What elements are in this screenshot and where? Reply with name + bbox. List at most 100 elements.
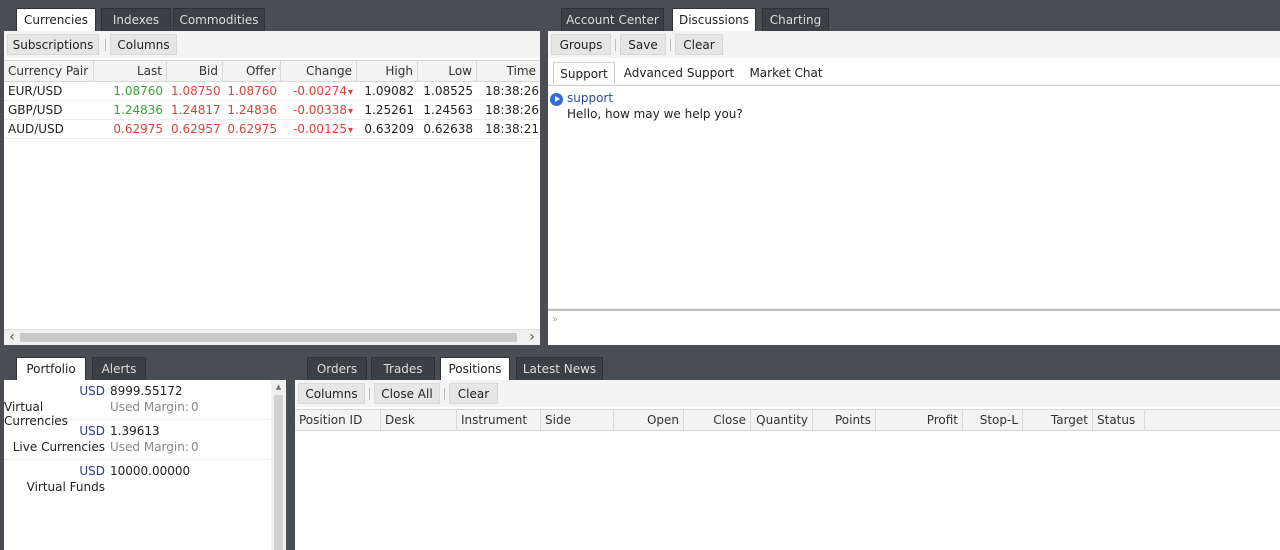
col-low[interactable]: Low xyxy=(418,61,477,81)
positions-toolbar: Columns Close All Clear xyxy=(295,380,1280,407)
toolbar-separator xyxy=(615,39,616,51)
clear-button[interactable]: Clear xyxy=(449,383,498,404)
table-row[interactable]: EUR/USD 1.08760 1.08750 1.08760 -0.00274… xyxy=(4,82,540,101)
tab-indexes[interactable]: Indexes xyxy=(101,8,171,31)
cell-last: 1.24836 xyxy=(113,103,163,117)
portfolio-item[interactable]: USD 10000.00000 Virtual Funds xyxy=(4,460,270,500)
col-currency-pair[interactable]: Currency Pair xyxy=(4,61,94,81)
col-instrument[interactable]: Instrument xyxy=(457,410,541,430)
portfolio-item[interactable]: USD 8999.55172 Virtual Currencies Used M… xyxy=(4,380,270,428)
discussions-panel: Account Center Discussions Charting Grou… xyxy=(548,8,1280,345)
positions-panel: Orders Trades Positions Latest News Colu… xyxy=(295,357,1280,550)
portfolio-tabbar: Portfolio Alerts xyxy=(4,357,286,381)
cell-offer: 0.62975 xyxy=(227,122,277,136)
columns-button[interactable]: Columns xyxy=(110,34,177,55)
columns-button[interactable]: Columns xyxy=(298,383,365,404)
scroll-left-icon[interactable]: ‹ xyxy=(4,330,20,345)
col-points[interactable]: Points xyxy=(813,410,876,430)
col-position-id[interactable]: Position ID xyxy=(295,410,381,430)
col-change[interactable]: Change xyxy=(281,61,357,81)
col-last[interactable]: Last xyxy=(94,61,167,81)
col-stop-loss[interactable]: Stop-L xyxy=(963,410,1023,430)
col-open[interactable]: Open xyxy=(614,410,684,430)
table-row[interactable]: GBP/USD 1.24836 1.24817 1.24836 -0.00338… xyxy=(4,101,540,120)
tab-latest-news[interactable]: Latest News xyxy=(516,357,603,380)
cell-offer: 1.08760 xyxy=(227,84,277,98)
tab-charting[interactable]: Charting xyxy=(762,8,829,31)
cell-bid: 0.62957 xyxy=(171,122,221,136)
col-target[interactable]: Target xyxy=(1023,410,1093,430)
tab-alerts[interactable]: Alerts xyxy=(92,357,146,380)
chat-input[interactable]: » xyxy=(548,309,1280,345)
col-bid[interactable]: Bid xyxy=(167,61,223,81)
scrollbar-thumb[interactable] xyxy=(20,333,517,342)
cell-offer: 1.24836 xyxy=(227,103,277,117)
cell-last: 0.62975 xyxy=(113,122,163,136)
toolbar-separator xyxy=(105,39,106,51)
col-close[interactable]: Close xyxy=(684,410,751,430)
col-desk[interactable]: Desk xyxy=(381,410,457,430)
down-arrow-icon: ▾ xyxy=(347,125,353,136)
change-value: -0.00338 xyxy=(293,103,347,117)
discussions-content: Groups Save Clear Support Advanced Suppo… xyxy=(548,31,1280,345)
cell-change: -0.00274▾ xyxy=(281,82,357,100)
positions-table-header: Position ID Desk Instrument Side Open Cl… xyxy=(295,409,1280,431)
tab-discussions[interactable]: Discussions xyxy=(672,8,756,32)
vertical-scrollbar[interactable]: ▴ xyxy=(271,380,286,550)
subtab-advanced-support[interactable]: Advanced Support xyxy=(621,62,737,84)
tab-currencies[interactable]: Currencies xyxy=(16,8,96,32)
tab-orders[interactable]: Orders xyxy=(307,357,367,380)
col-quantity[interactable]: Quantity xyxy=(751,410,813,430)
table-row[interactable]: AUD/USD 0.62975 0.62957 0.62975 -0.00125… xyxy=(4,120,540,139)
portfolio-currency: USD xyxy=(79,384,105,398)
save-button[interactable]: Save xyxy=(620,34,666,55)
currencies-content: Subscriptions Columns Currency Pair Last… xyxy=(4,31,540,345)
subscriptions-button[interactable]: Subscriptions xyxy=(7,34,99,55)
cell-last: 1.08760 xyxy=(113,84,163,98)
cell-high: 0.63209 xyxy=(364,122,414,136)
tab-commodities[interactable]: Commodities xyxy=(173,8,265,31)
tab-positions[interactable]: Positions xyxy=(440,357,510,381)
portfolio-margin-value: 0 xyxy=(191,400,199,414)
cell-change: -0.00125▾ xyxy=(281,120,357,138)
horizontal-scrollbar[interactable]: ‹ › xyxy=(4,329,540,345)
close-all-button[interactable]: Close All xyxy=(374,383,440,404)
currencies-tabbar: Currencies Indexes Commodities xyxy=(4,8,540,32)
change-value: -0.00274 xyxy=(293,84,347,98)
toolbar-separator xyxy=(369,388,370,400)
portfolio-value: 8999.55172 xyxy=(110,384,183,398)
col-time[interactable]: Time xyxy=(477,61,540,81)
change-value: -0.00125 xyxy=(293,122,347,136)
scroll-right-icon[interactable]: › xyxy=(524,330,540,345)
tab-account-center[interactable]: Account Center xyxy=(561,8,664,31)
portfolio-margin-value: 0 xyxy=(191,440,199,454)
chat-messages: support Hello, how may we help you? xyxy=(548,85,1280,308)
tab-portfolio[interactable]: Portfolio xyxy=(16,357,86,381)
col-profit[interactable]: Profit xyxy=(876,410,963,430)
chat-message: Hello, how may we help you? xyxy=(567,107,743,121)
down-arrow-icon: ▾ xyxy=(347,106,353,117)
col-high[interactable]: High xyxy=(357,61,418,81)
subtab-market-chat[interactable]: Market Chat xyxy=(746,62,826,84)
portfolio-currency: USD xyxy=(79,424,105,438)
portfolio-panel: Portfolio Alerts USD 8999.55172 Virtual … xyxy=(4,357,286,550)
currencies-table-header: Currency Pair Last Bid Offer Change High… xyxy=(4,60,540,82)
subtab-support[interactable]: Support xyxy=(553,62,615,84)
col-offer[interactable]: Offer xyxy=(223,61,281,81)
groups-button[interactable]: Groups xyxy=(551,34,611,55)
cell-change: -0.00338▾ xyxy=(281,101,357,119)
cell-low: 1.24563 xyxy=(423,103,473,117)
col-side[interactable]: Side xyxy=(541,410,614,430)
cell-bid: 1.24817 xyxy=(171,103,221,117)
cell-time: 18:38:26 xyxy=(485,103,539,117)
cell-low: 1.08525 xyxy=(423,84,473,98)
tab-trades[interactable]: Trades xyxy=(371,357,435,380)
currencies-panel: Currencies Indexes Commodities Subscript… xyxy=(4,8,540,345)
scrollbar-thumb[interactable] xyxy=(274,395,283,550)
portfolio-item[interactable]: USD 1.39613 Live Currencies Used Margin:… xyxy=(4,420,270,460)
clear-button[interactable]: Clear xyxy=(675,34,723,55)
scroll-up-icon[interactable]: ▴ xyxy=(271,380,286,394)
cell-high: 1.09082 xyxy=(364,84,414,98)
col-status[interactable]: Status xyxy=(1093,410,1145,430)
portfolio-value: 10000.00000 xyxy=(110,464,191,478)
